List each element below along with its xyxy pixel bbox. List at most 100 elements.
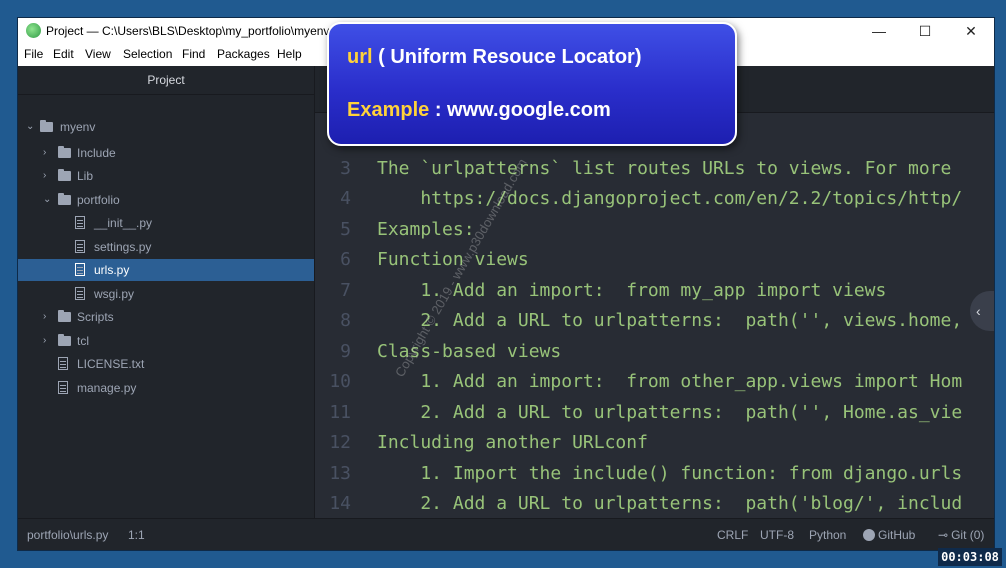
tree-label: portfolio [77, 193, 120, 207]
code-text: 1. Import the include() function: from d… [377, 463, 963, 484]
annotation-callout: url ( Uniform Resouce Locator) Example :… [327, 22, 737, 146]
callout-line-2: Example : www.google.com [347, 99, 611, 122]
line-number: 12 [329, 432, 351, 453]
github-icon [863, 529, 875, 541]
tree-file-settings[interactable]: settings.py [18, 236, 314, 258]
code-line: 14 2. Add a URL to urlpatterns: path('bl… [315, 493, 994, 518]
code-line: 6 Function views [315, 249, 994, 279]
tree-file-init[interactable]: __init__.py [18, 212, 314, 234]
menu-find[interactable]: Find [182, 47, 205, 61]
menu-edit[interactable]: Edit [53, 47, 74, 61]
tree-file-urls[interactable]: urls.py [18, 259, 314, 281]
minimize-button[interactable]: — [856, 18, 902, 44]
code-text: The `urlpatterns` list routes URLs to vi… [377, 158, 952, 179]
line-number: 11 [329, 402, 351, 423]
code-text: 2. Add a URL to urlpatterns: path('blog/… [377, 493, 963, 514]
callout-keyword: url [347, 46, 373, 68]
menu-packages[interactable]: Packages [217, 47, 270, 61]
menu-help[interactable]: Help [277, 47, 302, 61]
callout-keyword: Example [347, 99, 430, 121]
status-cursor-position[interactable]: 1:1 [128, 528, 145, 542]
code-text: https://docs.djangoproject.com/en/2.2/to… [377, 188, 963, 209]
callout-text: ( Uniform Resouce Locator) [372, 46, 642, 68]
line-number: 9 [340, 341, 351, 362]
file-icon [75, 263, 85, 276]
tree-folder-include[interactable]: › Include [18, 142, 314, 164]
code-line: 11 2. Add a URL to urlpatterns: path('',… [315, 402, 994, 432]
maximize-button[interactable]: ☐ [902, 18, 948, 44]
tree-label: LICENSE.txt [77, 357, 145, 371]
tree-folder-lib[interactable]: › Lib [18, 165, 314, 187]
line-number: 10 [329, 371, 351, 392]
folder-icon [58, 310, 71, 322]
window-title: Project — C:\Users\BLS\Desktop\my_portfo… [46, 24, 337, 38]
line-number: 6 [340, 249, 351, 270]
code-line: 13 1. Import the include() function: fro… [315, 463, 994, 493]
chevron-right-icon: › [43, 170, 47, 181]
tree-label: myenv [60, 120, 96, 134]
tree-label: manage.py [77, 381, 137, 395]
code-line: 7 1. Add an import: from my_app import v… [315, 280, 994, 310]
tree-folder-scripts[interactable]: › Scripts [18, 306, 314, 328]
status-line-ending[interactable]: CRLF [717, 528, 748, 542]
callout-line-1: url ( Uniform Resouce Locator) [347, 46, 641, 69]
chevron-down-icon: ⌄ [43, 194, 52, 205]
chevron-down-icon: ⌄ [26, 121, 35, 132]
code-line: 4 https://docs.djangoproject.com/en/2.2/… [315, 188, 994, 218]
chevron-right-icon: › [43, 147, 47, 158]
code-line: 12 Including another URLconf [315, 432, 994, 462]
git-branch-icon: ⊸ [938, 528, 949, 542]
menu-file[interactable]: File [24, 47, 43, 61]
video-frame: Project — C:\Users\BLS\Desktop\my_portfo… [0, 0, 1006, 568]
code-line: 5 Examples: [315, 219, 994, 249]
status-grammar[interactable]: Python [809, 528, 846, 542]
code-line: 3 The `urlpatterns` list routes URLs to v… [315, 158, 994, 188]
github-label: GitHub [878, 528, 916, 542]
file-icon [58, 357, 68, 370]
tree-label: Lib [77, 169, 94, 183]
line-number: 13 [329, 463, 351, 484]
close-button[interactable]: ✕ [948, 18, 994, 44]
tree-folder-myenv[interactable]: ⌄ myenv [18, 116, 314, 138]
folder-icon [58, 146, 71, 158]
line-number: 14 [329, 493, 351, 514]
menu-selection[interactable]: Selection [123, 47, 172, 61]
code-text: 2. Add a URL to urlpatterns: path('', Ho… [377, 402, 963, 423]
tree-file-license[interactable]: LICENSE.txt [18, 353, 314, 375]
tree-file-manage[interactable]: manage.py [18, 377, 314, 399]
folder-icon [58, 334, 71, 346]
tree-label: Include [77, 146, 116, 160]
status-github[interactable]: GitHub [863, 528, 915, 542]
atom-app-icon [26, 23, 41, 38]
code-line: 10 1. Add an import: from other_app.view… [315, 371, 994, 401]
line-number: 8 [340, 310, 351, 331]
line-number: 7 [340, 280, 351, 301]
tree-label: __init__.py [94, 216, 153, 230]
tree-label: wsgi.py [94, 287, 135, 301]
status-bar: portfolio\urls.py 1:1 CRLF UTF-8 Python … [18, 518, 994, 550]
chevron-right-icon: › [43, 311, 47, 322]
folder-icon [40, 120, 53, 132]
file-icon [75, 216, 85, 229]
tree-view-panel: Project ⌄ myenv › Include › Lib ⌄ portfo… [18, 66, 314, 518]
folder-icon [58, 169, 71, 181]
menu-view[interactable]: View [85, 47, 111, 61]
file-icon [75, 240, 85, 253]
tree-label: settings.py [94, 240, 152, 254]
tree-folder-tcl[interactable]: › tcl [18, 330, 314, 352]
file-icon [58, 381, 68, 394]
code-text: 1. Add an import: from other_app.views i… [377, 371, 963, 392]
tree-file-wsgi[interactable]: wsgi.py [18, 283, 314, 305]
tree-folder-portfolio[interactable]: ⌄ portfolio [18, 189, 314, 211]
chevron-right-icon: › [43, 335, 47, 346]
panel-title[interactable]: Project [18, 66, 314, 95]
status-file-path[interactable]: portfolio\urls.py [27, 528, 108, 542]
tree-label: Scripts [77, 310, 114, 324]
line-number: 4 [340, 188, 351, 209]
status-git[interactable]: ⊸ Git (0) [938, 528, 984, 542]
tree-label: tcl [77, 334, 89, 348]
code-text: Including another URLconf [377, 432, 648, 453]
status-encoding[interactable]: UTF-8 [760, 528, 794, 542]
code-text: 2. Add a URL to urlpatterns: path('', vi… [377, 310, 963, 331]
callout-text: : www.google.com [429, 99, 611, 121]
